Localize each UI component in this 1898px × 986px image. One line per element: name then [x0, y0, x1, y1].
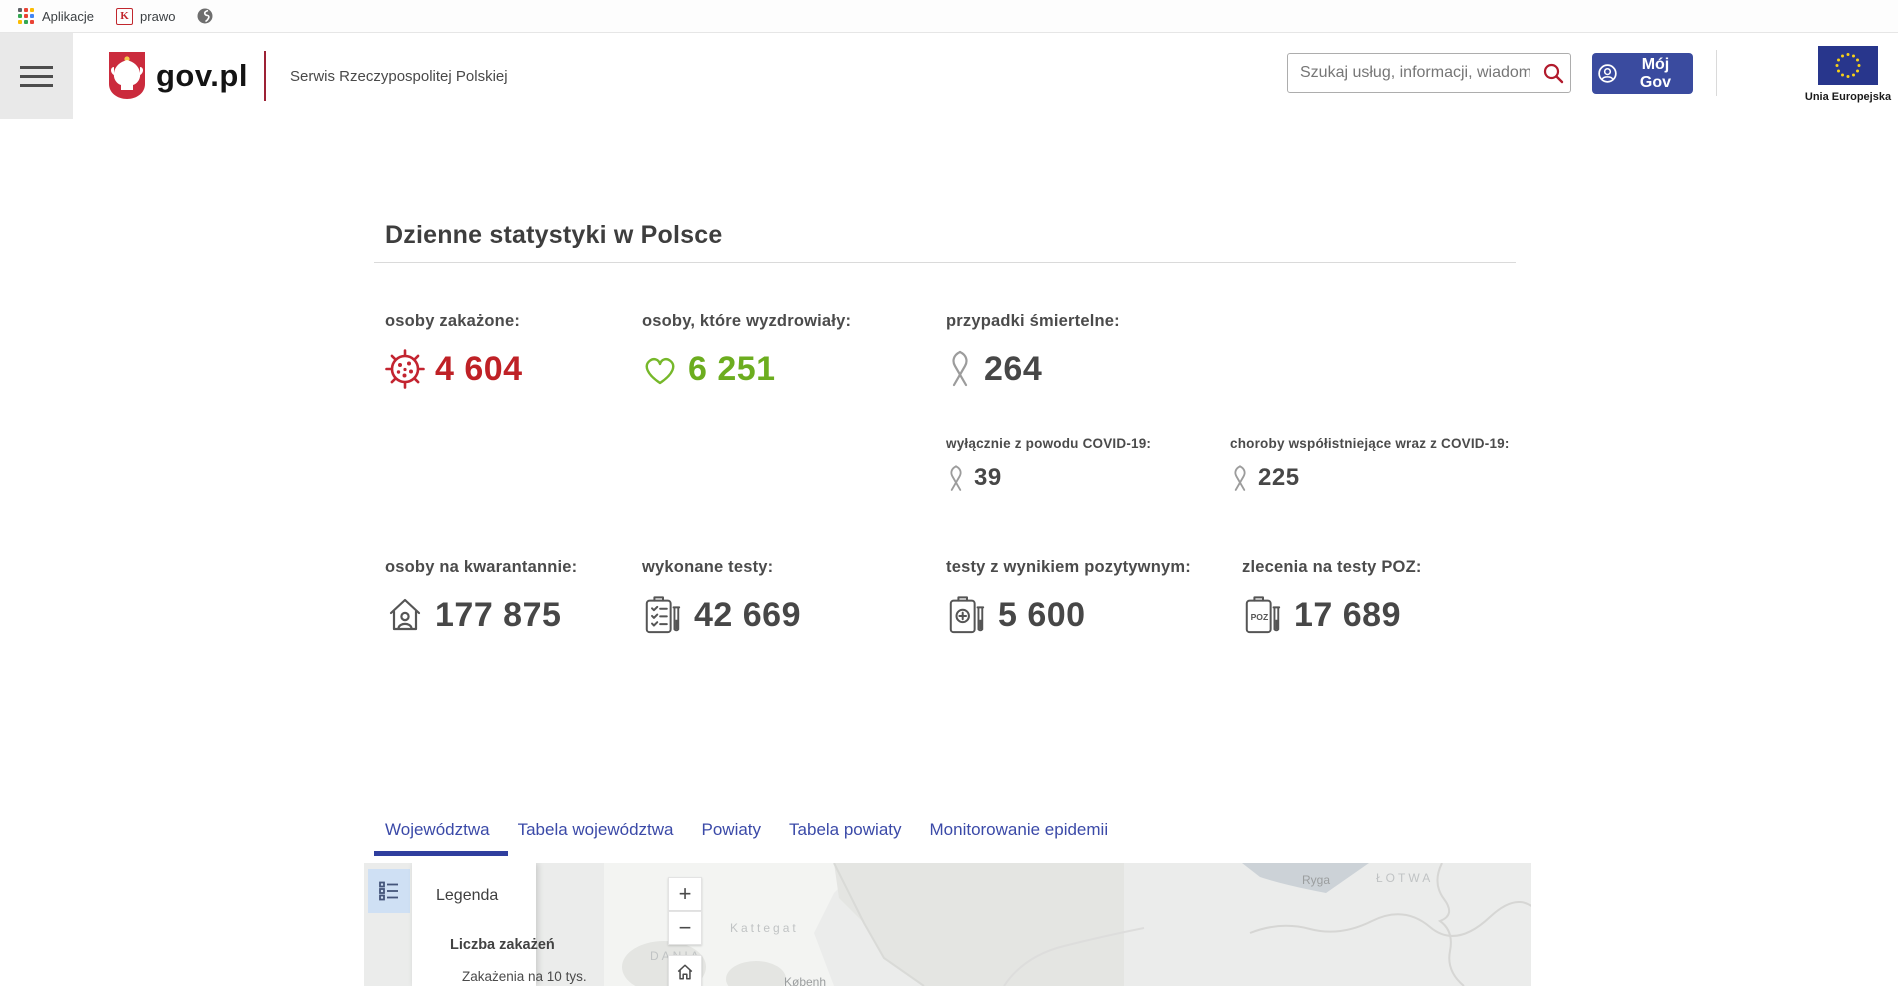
menu-button[interactable]	[0, 33, 73, 119]
stat-infected-value: 4 604	[435, 350, 523, 389]
stat-quarantine: osoby na kwarantannie: 177 875	[385, 558, 577, 639]
site-header: gov.pl Serwis Rzeczypospolitej Polskiej …	[0, 33, 1898, 119]
tab-tabela-powiaty[interactable]: Tabela powiaty	[789, 820, 901, 840]
k-favicon: K	[116, 8, 133, 25]
stat-poz-tests-label: zlecenia na testy POZ:	[1242, 558, 1422, 577]
legend-item: Zakażenia na 10 tys.	[462, 969, 587, 984]
virus-icon	[385, 349, 425, 389]
stat-infected: osoby zakażone: 4 604	[385, 312, 523, 393]
stat-positive-tests-value: 5 600	[998, 596, 1086, 635]
plus-icon: +	[679, 881, 692, 907]
stat-deaths-covid-only: wyłącznie z powodu COVID-19: 39	[946, 436, 1151, 495]
stat-quarantine-value: 177 875	[435, 596, 561, 635]
legend-section-title: Liczba zakażeń	[450, 937, 555, 953]
tab-tabela-wojewodztwa[interactable]: Tabela województwa	[518, 820, 674, 840]
home-icon	[676, 963, 694, 981]
legend-toggle-button[interactable]	[368, 869, 410, 913]
bookmark-prawo[interactable]: K prawo	[110, 8, 181, 25]
govpl-logo[interactable]: gov.pl	[107, 51, 248, 100]
heart-icon	[642, 353, 678, 386]
infection-map[interactable]: Kattegat DANIA Københ Ryga ŁOTWA Legenda…	[364, 863, 1531, 986]
page-title: Dzienne statystyki w Polsce	[385, 221, 722, 250]
stat-deaths: przypadki śmiertelne: 264	[946, 312, 1120, 393]
moj-gov-button[interactable]: Mój Gov	[1592, 53, 1693, 94]
header-tagline: Serwis Rzeczypospolitej Polskiej	[290, 68, 508, 85]
stat-recovered: osoby, które wyzdrowiały: 6 251	[642, 312, 851, 393]
bookmark-apps-label: Aplikacje	[42, 9, 94, 24]
stat-poz-tests-value: 17 689	[1294, 596, 1401, 635]
map-home-button[interactable]	[668, 955, 702, 986]
search-icon	[1542, 62, 1564, 84]
stat-tests: wykonane testy: 42 669	[642, 558, 801, 639]
legend-panel: Legenda Liczba zakażeń Zakażenia na 10 t…	[412, 863, 536, 986]
ribbon-icon	[1230, 464, 1250, 493]
stat-tests-label: wykonane testy:	[642, 558, 801, 577]
eu-flag-icon	[1818, 46, 1878, 85]
stat-infected-label: osoby zakażone:	[385, 312, 523, 331]
poz-tests-icon: POZ	[1242, 594, 1284, 636]
header-red-divider	[264, 51, 266, 101]
govpl-logo-text: gov.pl	[156, 58, 248, 94]
bookmark-globe[interactable]	[191, 8, 219, 24]
eu-block: Unia Europejska	[1790, 46, 1898, 103]
moj-gov-label: Mój Gov	[1624, 56, 1687, 92]
stat-deaths-covid-only-value: 39	[974, 464, 1002, 492]
stat-deaths-value: 264	[984, 350, 1042, 389]
legend-list-icon	[378, 880, 400, 902]
ribbon-icon	[946, 464, 966, 493]
bookmark-prawo-label: prawo	[140, 9, 175, 24]
apps-grid-icon	[18, 8, 35, 25]
map-zoom-in-button[interactable]: +	[668, 877, 702, 911]
stat-positive-tests-label: testy z wynikiem pozytywnym:	[946, 558, 1191, 577]
stat-deaths-comorbid-value: 225	[1258, 464, 1300, 492]
map-tabs: Województwa Tabela województwa Powiaty T…	[385, 820, 1108, 840]
stat-positive-tests: testy z wynikiem pozytywnym: 5 600	[946, 558, 1191, 639]
legend-title: Legenda	[436, 887, 498, 905]
tab-powiaty[interactable]: Powiaty	[702, 820, 762, 840]
poland-eagle-emblem-icon	[107, 51, 147, 100]
positive-tests-icon	[946, 594, 988, 636]
tab-monitorowanie-epidemii[interactable]: Monitorowanie epidemii	[930, 820, 1109, 840]
bookmark-apps[interactable]: Aplikacje	[12, 8, 100, 25]
search-button[interactable]	[1536, 54, 1570, 92]
map-background	[364, 863, 1531, 986]
eu-label: Unia Europejska	[1790, 91, 1898, 103]
account-person-icon	[1598, 64, 1617, 83]
title-divider	[374, 262, 1516, 263]
ribbon-icon	[946, 349, 974, 389]
stat-deaths-comorbid-label: choroby współistniejące wraz z COVID-19:	[1230, 436, 1510, 451]
map-label-kattegat: Kattegat	[730, 921, 799, 935]
poz-icon-text: POZ	[1251, 612, 1269, 622]
active-tab-indicator	[374, 851, 508, 856]
quarantine-house-icon	[385, 595, 425, 635]
stat-tests-value: 42 669	[694, 596, 801, 635]
page: Aplikacje K prawo gov.pl Ser	[0, 0, 1898, 986]
hamburger-icon	[20, 66, 53, 69]
site-search	[1287, 53, 1571, 93]
browser-bookmarks-bar: Aplikacje K prawo	[0, 0, 1898, 33]
stat-deaths-label: przypadki śmiertelne:	[946, 312, 1120, 331]
stat-recovered-label: osoby, które wyzdrowiały:	[642, 312, 851, 331]
header-divider	[1716, 50, 1717, 96]
map-label-riga: Ryga	[1302, 873, 1330, 887]
stat-deaths-covid-only-label: wyłącznie z powodu COVID-19:	[946, 436, 1151, 451]
tests-clipboard-icon	[642, 594, 684, 636]
minus-icon: −	[679, 915, 692, 941]
map-label-copenhagen: Københ	[784, 975, 826, 986]
stat-recovered-value: 6 251	[688, 350, 776, 389]
globe-favicon	[197, 8, 213, 24]
stat-deaths-comorbid: choroby współistniejące wraz z COVID-19:…	[1230, 436, 1510, 495]
stat-quarantine-label: osoby na kwarantannie:	[385, 558, 577, 577]
map-zoom-out-button[interactable]: −	[668, 911, 702, 945]
tab-wojewodztwa[interactable]: Województwa	[385, 820, 490, 840]
search-input[interactable]	[1288, 64, 1536, 82]
stat-poz-tests: zlecenia na testy POZ: POZ 17 689	[1242, 558, 1422, 639]
map-label-latvia: ŁOTWA	[1376, 871, 1433, 885]
